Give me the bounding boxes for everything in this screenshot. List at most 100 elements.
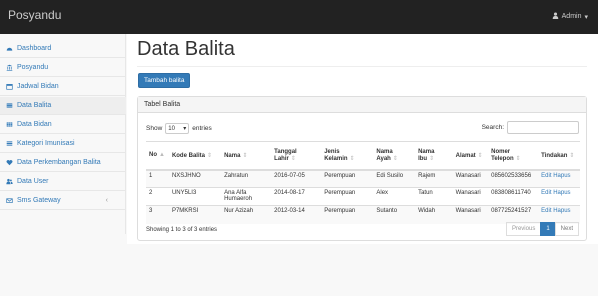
table-cell: 083808611740 xyxy=(488,187,539,206)
table-cell: Zahratun xyxy=(221,169,272,188)
previous-page-button[interactable]: Previous xyxy=(505,222,542,236)
sort-icon: ⇕ xyxy=(429,155,435,162)
length-control: Show 10 ▾ entries xyxy=(146,123,212,134)
sidebar-item-label: Data Balita xyxy=(17,102,52,109)
calendar-icon xyxy=(5,83,13,91)
table-header-row: No ▲ Kode Balita ⇕ Nama ⇕ Tanggal Lahir ⇕ Jenis … xyxy=(146,141,580,171)
edit-link[interactable]: Edit xyxy=(541,173,551,179)
users-icon xyxy=(5,178,13,186)
column-header-label: Jenis Kelamin xyxy=(324,148,348,162)
sidebar-item-posyandu[interactable]: Posyandu xyxy=(0,59,126,77)
table-cell: 2014-08-17 xyxy=(271,187,322,206)
sidebar-item-label: Dashboard xyxy=(17,45,52,52)
top-navbar: Posyandu Admin ▾ xyxy=(0,0,598,34)
sidebar-item-data-perkembangan-balita[interactable]: Data Perkembangan Balita xyxy=(0,154,126,172)
sidebar-item-data-bidan[interactable]: Data Bidan xyxy=(0,116,126,134)
search-input[interactable] xyxy=(507,121,579,134)
sidebar-item-jadwal-bidan[interactable]: Jadwal Bidan xyxy=(0,78,126,96)
sidebar-item-label: Kategori Imunisasi xyxy=(17,140,75,147)
table-panel: Tabel Balita Show 10 ▾ entries Search: N… xyxy=(137,96,587,241)
column-header[interactable]: Nama Ibu ⇕ xyxy=(415,141,453,171)
table-cell: Nur Azizah xyxy=(221,205,272,224)
table-cell: Wanasari xyxy=(452,187,489,206)
table-cell: Alex xyxy=(373,187,416,206)
sidebar-item-data-user[interactable]: Data User xyxy=(0,173,126,191)
action-cell: Edit Hapus xyxy=(538,187,580,206)
column-header[interactable]: No ▲ xyxy=(146,141,169,171)
table-row: 1 NXSJHNO Zahratun 2016-07-05 Perempuan Edi S… xyxy=(146,169,580,188)
sidebar-item-kategori-imunisasi[interactable]: Kategori Imunisasi xyxy=(0,135,126,153)
table-cell: Perempuan xyxy=(321,205,374,224)
entries-select[interactable]: 10 ▾ xyxy=(165,123,190,134)
envelope-icon xyxy=(5,197,13,205)
institution-icon xyxy=(5,64,13,72)
column-header[interactable]: Kode Balita ⇕ xyxy=(168,141,222,171)
sidebar-item-label: Sms Gateway xyxy=(17,197,61,204)
table-cell: 1 xyxy=(146,169,169,188)
heart-icon xyxy=(5,159,13,167)
sidebar-item-label: Data Perkembangan Balita xyxy=(17,159,101,166)
list-icon xyxy=(5,140,13,148)
balita-table: No ▲ Kode Balita ⇕ Nama ⇕ Tanggal Lahir ⇕ Jenis … xyxy=(146,141,580,224)
sidebar-item-sms-gateway[interactable]: Sms Gateway ‹ xyxy=(0,192,126,210)
table-cell: 2 xyxy=(146,187,169,206)
sort-icon: ⇕ xyxy=(206,152,212,159)
sidebar-item-label: Jadwal Bidan xyxy=(17,83,59,90)
search-control: Search: xyxy=(482,121,579,134)
table-cell: Sutanto xyxy=(373,205,416,224)
column-header[interactable]: Nomer Telepon ⇕ xyxy=(488,141,539,171)
edit-link[interactable]: Edit xyxy=(541,208,551,214)
table-cell: 085602533656 xyxy=(488,169,539,188)
table-cell: Ana Alfa Humaeroh xyxy=(221,187,272,206)
caret-down-icon: ▾ xyxy=(183,126,187,132)
column-header[interactable]: Nama ⇕ xyxy=(221,141,272,171)
sort-icon: ⇕ xyxy=(515,155,521,162)
sidebar-item-data-balita[interactable]: Data Balita xyxy=(0,97,126,115)
delete-link[interactable]: Hapus xyxy=(553,190,570,196)
column-header-label: Kode Balita xyxy=(171,152,205,159)
table-cell: NXSJHNO xyxy=(168,169,222,188)
entries-label: entries xyxy=(192,125,212,132)
page-title: Data Balita xyxy=(137,38,235,60)
sort-icon: ⇕ xyxy=(242,152,248,159)
search-label: Search: xyxy=(481,124,504,131)
caret-down-icon: ▾ xyxy=(584,13,588,21)
table-cell: 2012-03-14 xyxy=(271,205,322,224)
pagination: Previous 1 Next xyxy=(505,222,579,236)
column-header-label: Alamat xyxy=(455,152,476,159)
sort-icon: ⇕ xyxy=(569,152,575,159)
action-cell: Edit Hapus xyxy=(538,205,580,224)
brand-title[interactable]: Posyandu xyxy=(8,8,61,22)
page-1-button[interactable]: 1 xyxy=(540,222,556,236)
column-header[interactable]: Tanggal Lahir ⇕ xyxy=(271,141,322,171)
sort-icon: ⇕ xyxy=(290,155,296,162)
column-header[interactable]: Alamat ⇕ xyxy=(452,141,489,171)
column-header[interactable]: Tindakan ⇕ xyxy=(538,141,580,171)
user-menu-label: Admin xyxy=(561,13,582,20)
table-row: 3 P7MKRSI Nur Azizah 2012-03-14 Perempuan Sut… xyxy=(146,205,580,224)
table-cell: P7MKRSI xyxy=(168,205,222,224)
table-cell: Wanasari xyxy=(452,205,489,224)
column-header-label: Nama Ayah xyxy=(376,148,393,162)
sidebar-item-label: Data Bidan xyxy=(17,121,52,128)
column-header[interactable]: Jenis Kelamin ⇕ xyxy=(321,141,374,171)
table-cell: 2016-07-05 xyxy=(271,169,322,188)
delete-link[interactable]: Hapus xyxy=(553,173,570,179)
user-menu[interactable]: Admin ▾ xyxy=(552,12,588,21)
next-page-button[interactable]: Next xyxy=(554,222,579,236)
table-cell: Wanasari xyxy=(452,169,489,188)
show-label: Show xyxy=(146,125,163,132)
column-header-label: Tindakan xyxy=(541,152,568,159)
column-header[interactable]: Nama Ayah ⇕ xyxy=(373,141,416,171)
table-cell: Rajem xyxy=(415,169,453,188)
sort-icon: ⇕ xyxy=(349,155,355,162)
table-cell: 087725241527 xyxy=(488,205,539,224)
column-header-label: No xyxy=(149,152,157,159)
sidebar-item-label: Posyandu xyxy=(17,64,49,71)
delete-link[interactable]: Hapus xyxy=(553,208,570,214)
edit-link[interactable]: Edit xyxy=(541,190,551,196)
chevron-left-icon: ‹ xyxy=(105,197,108,204)
action-cell: Edit Hapus xyxy=(538,169,580,188)
sidebar-item-dashboard[interactable]: Dashboard xyxy=(0,40,126,58)
add-balita-button[interactable]: Tambah balita xyxy=(138,73,191,88)
